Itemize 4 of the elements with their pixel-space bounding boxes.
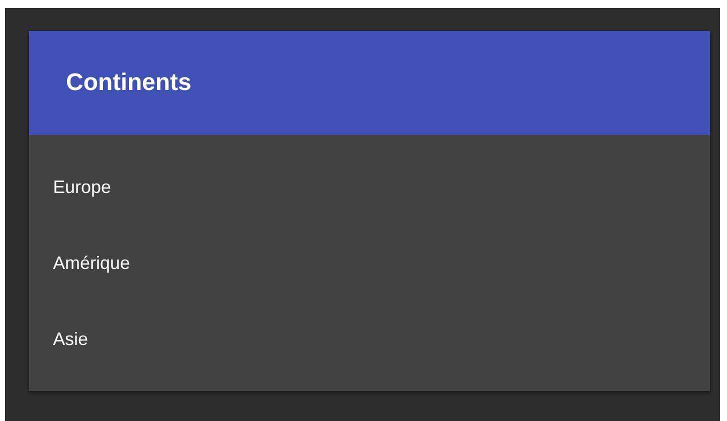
list-item[interactable]: Europe (29, 169, 710, 245)
list-item[interactable]: Amérique (29, 245, 710, 321)
list-item[interactable]: Asie (29, 321, 710, 397)
card-title: Continents (66, 69, 192, 97)
